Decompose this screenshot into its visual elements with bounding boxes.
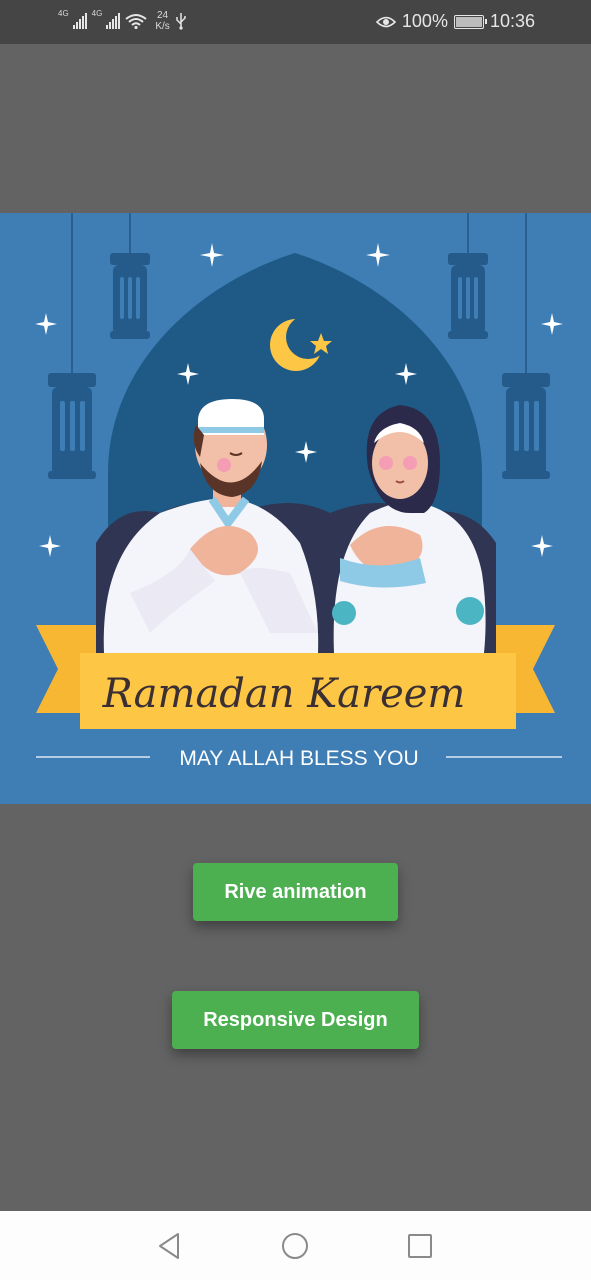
ramadan-illustration: Ramadan Kareem MAY ALLAH BLESS YOU [35, 213, 563, 770]
clock: 10:36 [489, 11, 535, 31]
responsive-design-button[interactable]: Responsive Design [172, 991, 419, 1049]
speed-unit: K/s [155, 21, 170, 32]
battery-icon [453, 14, 487, 29]
recents-button[interactable] [380, 1211, 460, 1280]
home-button[interactable] [255, 1211, 335, 1280]
ramadan-banner: Ramadan Kareem MAY ALLAH BLESS YOU [0, 213, 591, 804]
back-button[interactable] [129, 1211, 209, 1280]
recents-icon [408, 1233, 432, 1258]
status-right: 100% 10:36 [375, 11, 535, 32]
signal-icon [106, 13, 121, 29]
status-bar: 4G 4G 24 K/s 100% 10:36 [0, 0, 591, 44]
lantern-icon [502, 373, 550, 479]
signal-icon [72, 13, 87, 29]
rive-animation-button[interactable]: Rive animation [193, 863, 398, 921]
banner-title: Ramadan Kareem [102, 671, 466, 717]
banner-subtitle: MAY ALLAH BLESS YOU [179, 747, 418, 770]
network-speed: 24 K/s [155, 10, 169, 32]
battery-percent: 100% [401, 11, 448, 31]
lantern-icon [48, 373, 96, 479]
speed-value: 24 [157, 10, 169, 21]
usb-icon [176, 13, 186, 30]
lantern-icon [110, 253, 150, 339]
home-icon [282, 1232, 308, 1259]
status-left: 4G 4G 24 K/s [58, 10, 187, 32]
wifi-icon [125, 14, 147, 29]
network-type-1: 4G [58, 9, 69, 18]
navigation-bar [0, 1211, 591, 1280]
lantern-icon [448, 253, 488, 339]
network-type-2: 4G [91, 9, 103, 18]
back-icon [159, 1232, 179, 1259]
eye-icon [375, 16, 396, 27]
